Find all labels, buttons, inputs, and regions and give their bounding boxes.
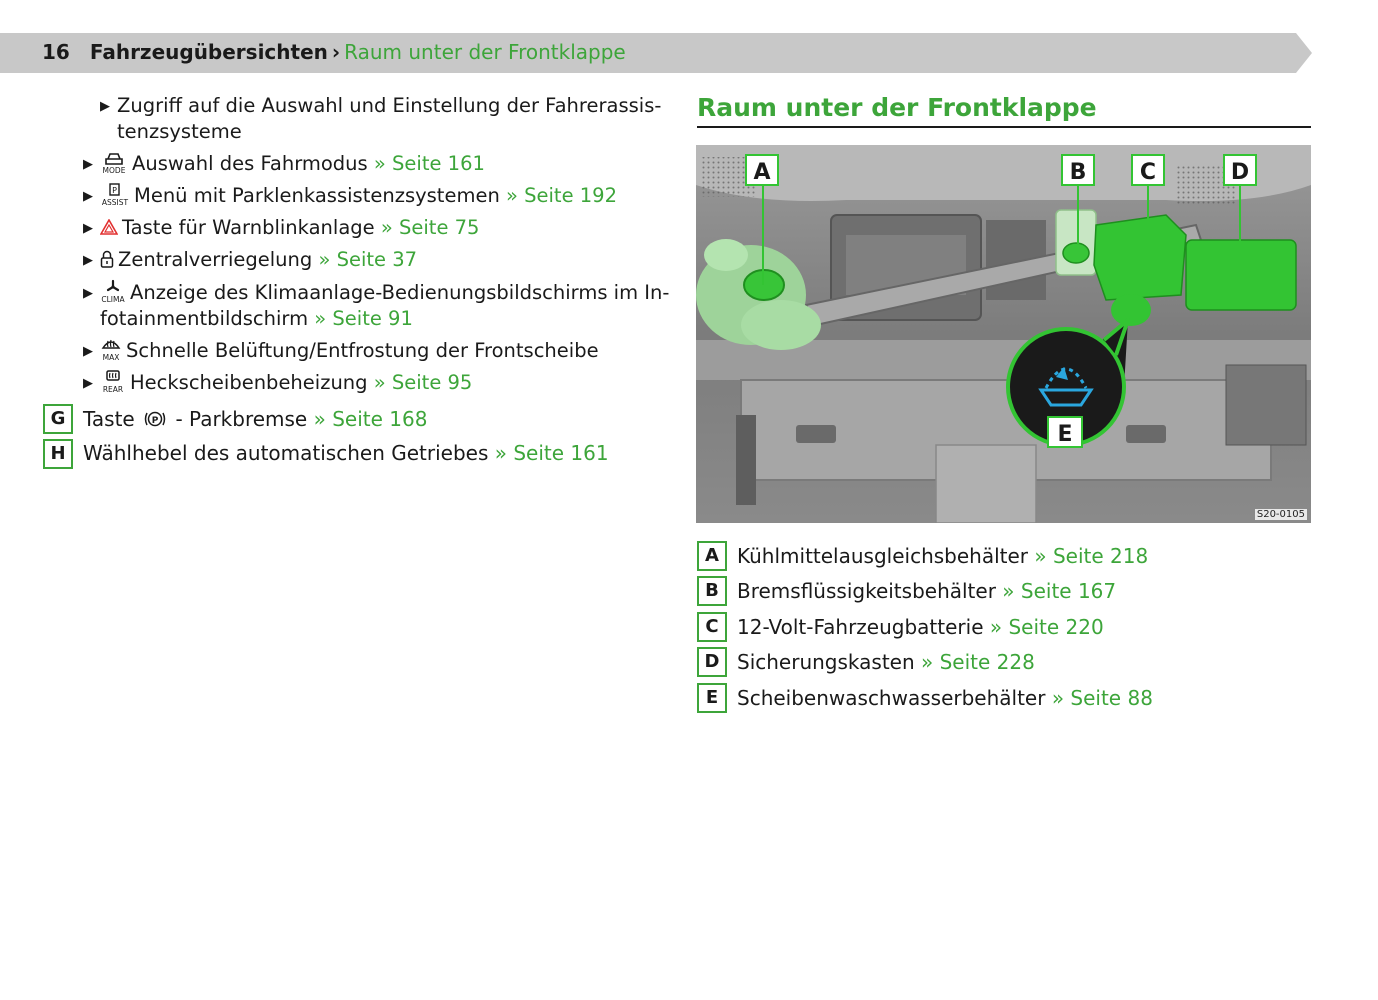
triangle-bullet-icon: ▶ — [100, 99, 110, 114]
svg-text:CLIMA: CLIMA — [101, 295, 125, 303]
legend-letter: D — [697, 647, 727, 677]
hazard-triangle-icon — [100, 218, 118, 235]
callout-e: E — [1047, 416, 1083, 448]
page-reference-link[interactable]: » Seite 161 — [374, 152, 485, 175]
legend-letter: C — [697, 612, 727, 642]
svg-text:C: C — [1140, 160, 1156, 185]
svg-text:B: B — [1070, 160, 1087, 185]
breadcrumb: 16 Fahrzeugübersichten › Raum unter der Fro… — [42, 40, 626, 64]
page-reference-link[interactable]: » Seite 218 — [1034, 544, 1148, 568]
engine-bay-figure: A B C D E S20-0105 — [696, 145, 1311, 523]
triangle-bullet-icon: ▶ — [83, 286, 93, 301]
page-reference-link[interactable]: » Seite 37 — [318, 248, 417, 271]
page-reference-link[interactable]: » Seite 95 — [374, 371, 473, 394]
page-reference-link[interactable]: » Seite 228 — [921, 650, 1035, 674]
callout-d: D — [1223, 154, 1257, 186]
triangle-bullet-icon: ▶ — [83, 344, 93, 359]
subsection-title: Raum unter der Frontklappe — [344, 40, 626, 64]
page-reference-link[interactable]: » Seite 75 — [381, 216, 480, 239]
svg-text:REAR: REAR — [103, 385, 123, 393]
windshield-defrost-icon: MAX — [100, 337, 122, 361]
page-reference-link[interactable]: » Seite 220 — [990, 615, 1104, 639]
svg-text:ASSIST: ASSIST — [102, 198, 129, 206]
page-reference-link[interactable]: » Seite 88 — [1052, 686, 1153, 710]
breadcrumb-separator: › — [331, 40, 341, 64]
section-title: Fahrzeugübersichten — [89, 40, 328, 64]
callout-c: C — [1131, 154, 1165, 186]
page-reference-link[interactable]: » Seite 192 — [506, 184, 617, 207]
page-reference-link[interactable]: » Seite 91 — [314, 307, 413, 330]
page-reference-link[interactable]: » Seite 168 — [314, 407, 428, 431]
fan-icon: CLIMA — [100, 279, 126, 303]
list-item: Wählhebel des automatischen Getriebes » … — [83, 441, 609, 465]
callout-a: A — [745, 154, 779, 186]
rear-window-heat-icon: REAR — [100, 369, 126, 393]
callout-b: B — [1061, 154, 1095, 186]
figure-code: S20-0105 — [1254, 509, 1307, 520]
svg-text:D: D — [1231, 160, 1249, 185]
car-mode-icon: MODE — [100, 150, 128, 174]
triangle-bullet-icon: ▶ — [83, 157, 93, 172]
item-letter-h: H — [43, 439, 73, 469]
triangle-bullet-icon: ▶ — [83, 376, 93, 391]
legend-letter: B — [697, 576, 727, 606]
item-letter-g: G — [43, 404, 73, 434]
list-item: Taste P - Parkbremse » Seite 168 — [83, 407, 428, 431]
svg-text:E: E — [1057, 422, 1072, 447]
triangle-bullet-icon: ▶ — [83, 189, 93, 204]
page-reference-link[interactable]: » Seite 161 — [495, 441, 609, 465]
page-reference-link[interactable]: » Seite 167 — [1002, 579, 1116, 603]
page-number: 16 — [42, 40, 70, 64]
svg-text:P: P — [152, 416, 159, 426]
park-assist-icon: P ASSIST — [100, 182, 130, 206]
svg-text:A: A — [753, 160, 770, 185]
triangle-bullet-icon: ▶ — [83, 253, 93, 268]
section-heading: Raum unter der Frontklappe — [697, 93, 1097, 122]
heading-divider — [697, 126, 1311, 128]
legend-letter: E — [697, 683, 727, 713]
svg-text:MAX: MAX — [103, 353, 120, 361]
legend-letter: A — [697, 541, 727, 571]
svg-text:P: P — [112, 186, 117, 195]
svg-text:MODE: MODE — [103, 166, 126, 174]
parking-brake-icon: P — [143, 409, 167, 429]
triangle-bullet-icon: ▶ — [83, 221, 93, 236]
lock-icon — [100, 249, 114, 269]
